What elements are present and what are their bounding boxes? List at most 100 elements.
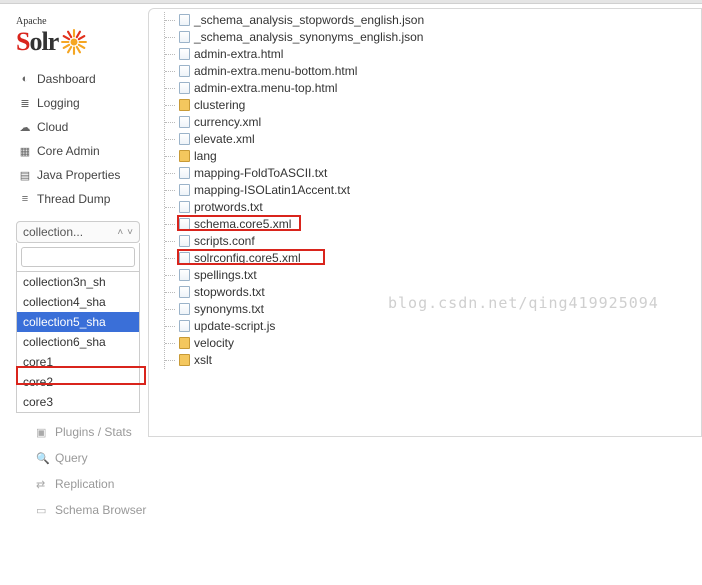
file-node[interactable]: synonyms.txt xyxy=(165,301,692,318)
logo: Apache Solr xyxy=(16,16,148,57)
core-selector: collection... ˄ ˅ collection3n_shcollect… xyxy=(16,221,140,415)
folder-node[interactable]: velocity xyxy=(165,335,692,352)
file-tree: _schema_analysis_stopwords_english.json_… xyxy=(164,12,692,369)
file-icon xyxy=(179,286,190,298)
core-option[interactable]: collection4_sha xyxy=(17,292,139,312)
node-label: xslt xyxy=(194,353,212,367)
folder-node[interactable]: clustering xyxy=(165,97,692,114)
file-icon xyxy=(179,167,190,179)
file-icon xyxy=(179,218,190,230)
nav-label: Thread Dump xyxy=(37,192,110,206)
schema-icon: ▭ xyxy=(36,504,50,517)
nav-label: Logging xyxy=(37,96,80,110)
file-icon xyxy=(179,14,190,26)
file-icon xyxy=(179,116,190,128)
node-label: velocity xyxy=(194,336,234,350)
folder-icon xyxy=(179,150,190,162)
core-option[interactable]: collection5_sha xyxy=(17,312,139,332)
node-label: lang xyxy=(194,149,217,163)
node-label: synonyms.txt xyxy=(194,302,264,316)
nav-item-cloud[interactable]: ☁Cloud xyxy=(16,115,148,139)
node-label: stopwords.txt xyxy=(194,285,265,299)
file-icon xyxy=(179,31,190,43)
sun-icon xyxy=(60,28,88,56)
file-node[interactable]: scripts.conf xyxy=(165,233,692,250)
cloud-icon: ☁ xyxy=(18,121,32,134)
folder-icon xyxy=(179,354,190,366)
subnav-label: Replication xyxy=(55,477,114,491)
folder-node[interactable]: lang xyxy=(165,148,692,165)
file-icon xyxy=(179,184,190,196)
nav-label: Java Properties xyxy=(37,168,120,182)
file-icon xyxy=(179,65,190,77)
node-label: solrconfig.core5.xml xyxy=(194,251,301,265)
file-icon xyxy=(179,252,190,264)
chevron-up-icon: ˄ xyxy=(117,227,123,238)
node-label: currency.xml xyxy=(194,115,261,129)
folder-icon xyxy=(179,337,190,349)
file-icon xyxy=(179,303,190,315)
folder-icon xyxy=(179,99,190,111)
core-option[interactable]: core1 xyxy=(17,352,139,372)
file-node[interactable]: solrconfig.core5.xml xyxy=(165,250,692,267)
chevron-down-icon: ˅ xyxy=(127,227,133,238)
file-icon xyxy=(179,235,190,247)
file-node[interactable]: elevate.xml xyxy=(165,131,692,148)
file-node[interactable]: stopwords.txt xyxy=(165,284,692,301)
main-panel: _schema_analysis_stopwords_english.json_… xyxy=(148,4,702,585)
file-icon xyxy=(179,269,190,281)
node-label: mapping-FoldToASCII.txt xyxy=(194,166,327,180)
file-node[interactable]: mapping-ISOLatin1Accent.txt xyxy=(165,182,692,199)
subnav-item-query[interactable]: 🔍 Query xyxy=(36,445,148,471)
file-icon xyxy=(179,133,190,145)
folder-node[interactable]: xslt xyxy=(165,352,692,369)
nav-item-core-admin[interactable]: ▦Core Admin xyxy=(16,139,148,163)
nav-item-logging[interactable]: ≣ Logging xyxy=(16,91,148,115)
subnav-label: Plugins / Stats xyxy=(55,425,132,439)
subnav-item-plugins-stats[interactable]: ▣ Plugins / Stats xyxy=(36,419,148,445)
subnav-label: Query xyxy=(55,451,88,465)
node-label: admin-extra.menu-top.html xyxy=(194,81,337,95)
file-node[interactable]: protwords.txt xyxy=(165,199,692,216)
file-node[interactable]: spellings.txt xyxy=(165,267,692,284)
node-label: mapping-ISOLatin1Accent.txt xyxy=(194,183,350,197)
core-search-input[interactable] xyxy=(21,247,135,267)
file-icon xyxy=(179,320,190,332)
file-node[interactable]: admin-extra.menu-top.html xyxy=(165,80,692,97)
file-node[interactable]: _schema_analysis_synonyms_english.json xyxy=(165,29,692,46)
nav-item-thread-dump[interactable]: ≡ Thread Dump xyxy=(16,187,148,211)
nav-label: Dashboard xyxy=(37,72,96,86)
node-label: clustering xyxy=(194,98,245,112)
thread-dump-icon: ≡ xyxy=(18,193,32,205)
plugins-icon: ▣ xyxy=(36,426,50,439)
node-label: protwords.txt xyxy=(194,200,263,214)
file-node[interactable]: mapping-FoldToASCII.txt xyxy=(165,165,692,182)
file-node[interactable]: _schema_analysis_stopwords_english.json xyxy=(165,12,692,29)
core-option[interactable]: core2 xyxy=(17,372,139,392)
core-option[interactable]: collection3n_sh xyxy=(17,272,139,292)
nav-item-java-properties[interactable]: ▤Java Properties xyxy=(16,163,148,187)
core-selector-placeholder: collection... xyxy=(23,225,83,239)
node-label: scripts.conf xyxy=(194,234,255,248)
file-node[interactable]: schema.core5.xml xyxy=(165,216,692,233)
core-selector-search xyxy=(16,243,140,272)
file-node[interactable]: update-script.js xyxy=(165,318,692,335)
file-node[interactable]: admin-extra.html xyxy=(165,46,692,63)
file-node[interactable]: admin-extra.menu-bottom.html xyxy=(165,63,692,80)
logging-icon: ≣ xyxy=(18,97,32,110)
main-nav: ◐Dashboard ≣ Logging ☁Cloud▦Core Admin▤Java… xyxy=(16,67,148,211)
core-admin-icon: ▦ xyxy=(18,145,32,158)
subnav-item-schema-browser[interactable]: ▭Schema Browser xyxy=(36,497,148,523)
node-label: elevate.xml xyxy=(194,132,255,146)
file-node[interactable]: currency.xml xyxy=(165,114,692,131)
subnav-item-replication[interactable]: ⇄Replication xyxy=(36,471,148,497)
core-selector-header[interactable]: collection... ˄ ˅ xyxy=(16,221,140,243)
core-subnav: ▣ Plugins / Stats 🔍 Query ⇄Replication▭Schem… xyxy=(36,419,148,523)
query-icon: 🔍 xyxy=(36,452,50,465)
nav-item-dashboard[interactable]: ◐Dashboard xyxy=(16,67,148,91)
file-icon xyxy=(179,201,190,213)
core-selector-list: collection3n_shcollection4_shacollection… xyxy=(16,272,140,413)
core-option[interactable]: core3 xyxy=(17,392,139,412)
core-option[interactable]: collection6_sha xyxy=(17,332,139,352)
file-icon xyxy=(179,82,190,94)
